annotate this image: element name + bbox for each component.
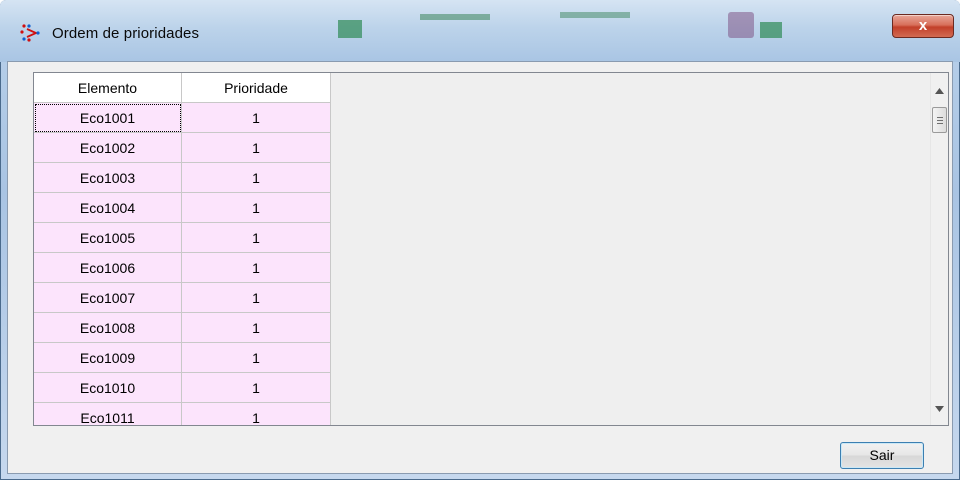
prioridade-cell[interactable]: 1 [181, 312, 331, 343]
table-row[interactable]: Eco1004 1 [34, 192, 331, 223]
elemento-cell[interactable]: Eco1002 [34, 132, 182, 163]
elemento-cell[interactable]: Eco1005 [34, 222, 182, 253]
prioridade-cell[interactable]: 1 [181, 192, 331, 223]
prioridade-cell[interactable]: 1 [181, 342, 331, 373]
table-row[interactable]: Eco1007 1 [34, 282, 331, 313]
table-row[interactable]: Eco1001 1 [34, 102, 331, 133]
prioridade-cell[interactable]: 1 [181, 372, 331, 403]
title-bar[interactable]: Ordem de prioridades x [0, 0, 960, 62]
titlebar-decoration [420, 14, 490, 20]
grip-line [937, 117, 943, 118]
dialog-window: Ordem de prioridades x Elemento Priorida… [0, 0, 960, 486]
titlebar-decoration [728, 12, 754, 38]
close-button[interactable]: x [892, 14, 954, 38]
table-row[interactable]: Eco1002 1 [34, 132, 331, 163]
table-row[interactable]: Eco1003 1 [34, 162, 331, 193]
grip-line [937, 120, 943, 121]
prioridade-cell[interactable]: 1 [181, 102, 331, 133]
header-row: Elemento Prioridade [34, 73, 331, 103]
elemento-cell[interactable]: Eco1003 [34, 162, 182, 193]
elemento-cell[interactable]: Eco1009 [34, 342, 182, 373]
table-row[interactable]: Eco1011 1 [34, 402, 331, 425]
prioridade-cell[interactable]: 1 [181, 132, 331, 163]
window-title: Ordem de prioridades [52, 25, 200, 42]
app-icon [20, 23, 42, 43]
scroll-down-icon[interactable] [931, 401, 948, 418]
elemento-cell[interactable]: Eco1010 [34, 372, 182, 403]
titlebar-decoration [338, 20, 362, 38]
prioridade-cell[interactable]: 1 [181, 252, 331, 283]
client-area: Elemento Prioridade Eco1001 1 Eco1002 1 … [7, 61, 953, 474]
elemento-cell[interactable]: Eco1004 [34, 192, 182, 223]
column-header-elemento[interactable]: Elemento [34, 73, 182, 103]
prioridade-cell[interactable]: 1 [181, 162, 331, 193]
exit-button[interactable]: Sair [840, 442, 924, 469]
titlebar-decoration [760, 22, 782, 38]
grip-line [937, 123, 943, 124]
scroll-up-icon[interactable] [931, 83, 948, 100]
close-icon: x [918, 17, 928, 34]
prioridade-cell[interactable]: 1 [181, 222, 331, 253]
elemento-cell[interactable]: Eco1001 [34, 102, 182, 133]
elemento-cell[interactable]: Eco1007 [34, 282, 182, 313]
table-row[interactable]: Eco1009 1 [34, 342, 331, 373]
elemento-cell[interactable]: Eco1008 [34, 312, 182, 343]
vertical-scrollbar[interactable] [930, 73, 948, 425]
titlebar-decoration [560, 12, 630, 18]
priority-grid[interactable]: Elemento Prioridade Eco1001 1 Eco1002 1 … [33, 72, 949, 426]
elemento-cell[interactable]: Eco1006 [34, 252, 182, 283]
scrollbar-thumb[interactable] [932, 107, 947, 133]
priority-table: Elemento Prioridade Eco1001 1 Eco1002 1 … [34, 73, 331, 425]
table-row[interactable]: Eco1010 1 [34, 372, 331, 403]
elemento-cell[interactable]: Eco1011 [34, 402, 182, 425]
prioridade-cell[interactable]: 1 [181, 282, 331, 313]
table-row[interactable]: Eco1008 1 [34, 312, 331, 343]
table-row[interactable]: Eco1005 1 [34, 222, 331, 253]
prioridade-cell[interactable]: 1 [181, 402, 331, 425]
column-header-prioridade[interactable]: Prioridade [181, 73, 331, 103]
table-row[interactable]: Eco1006 1 [34, 252, 331, 283]
